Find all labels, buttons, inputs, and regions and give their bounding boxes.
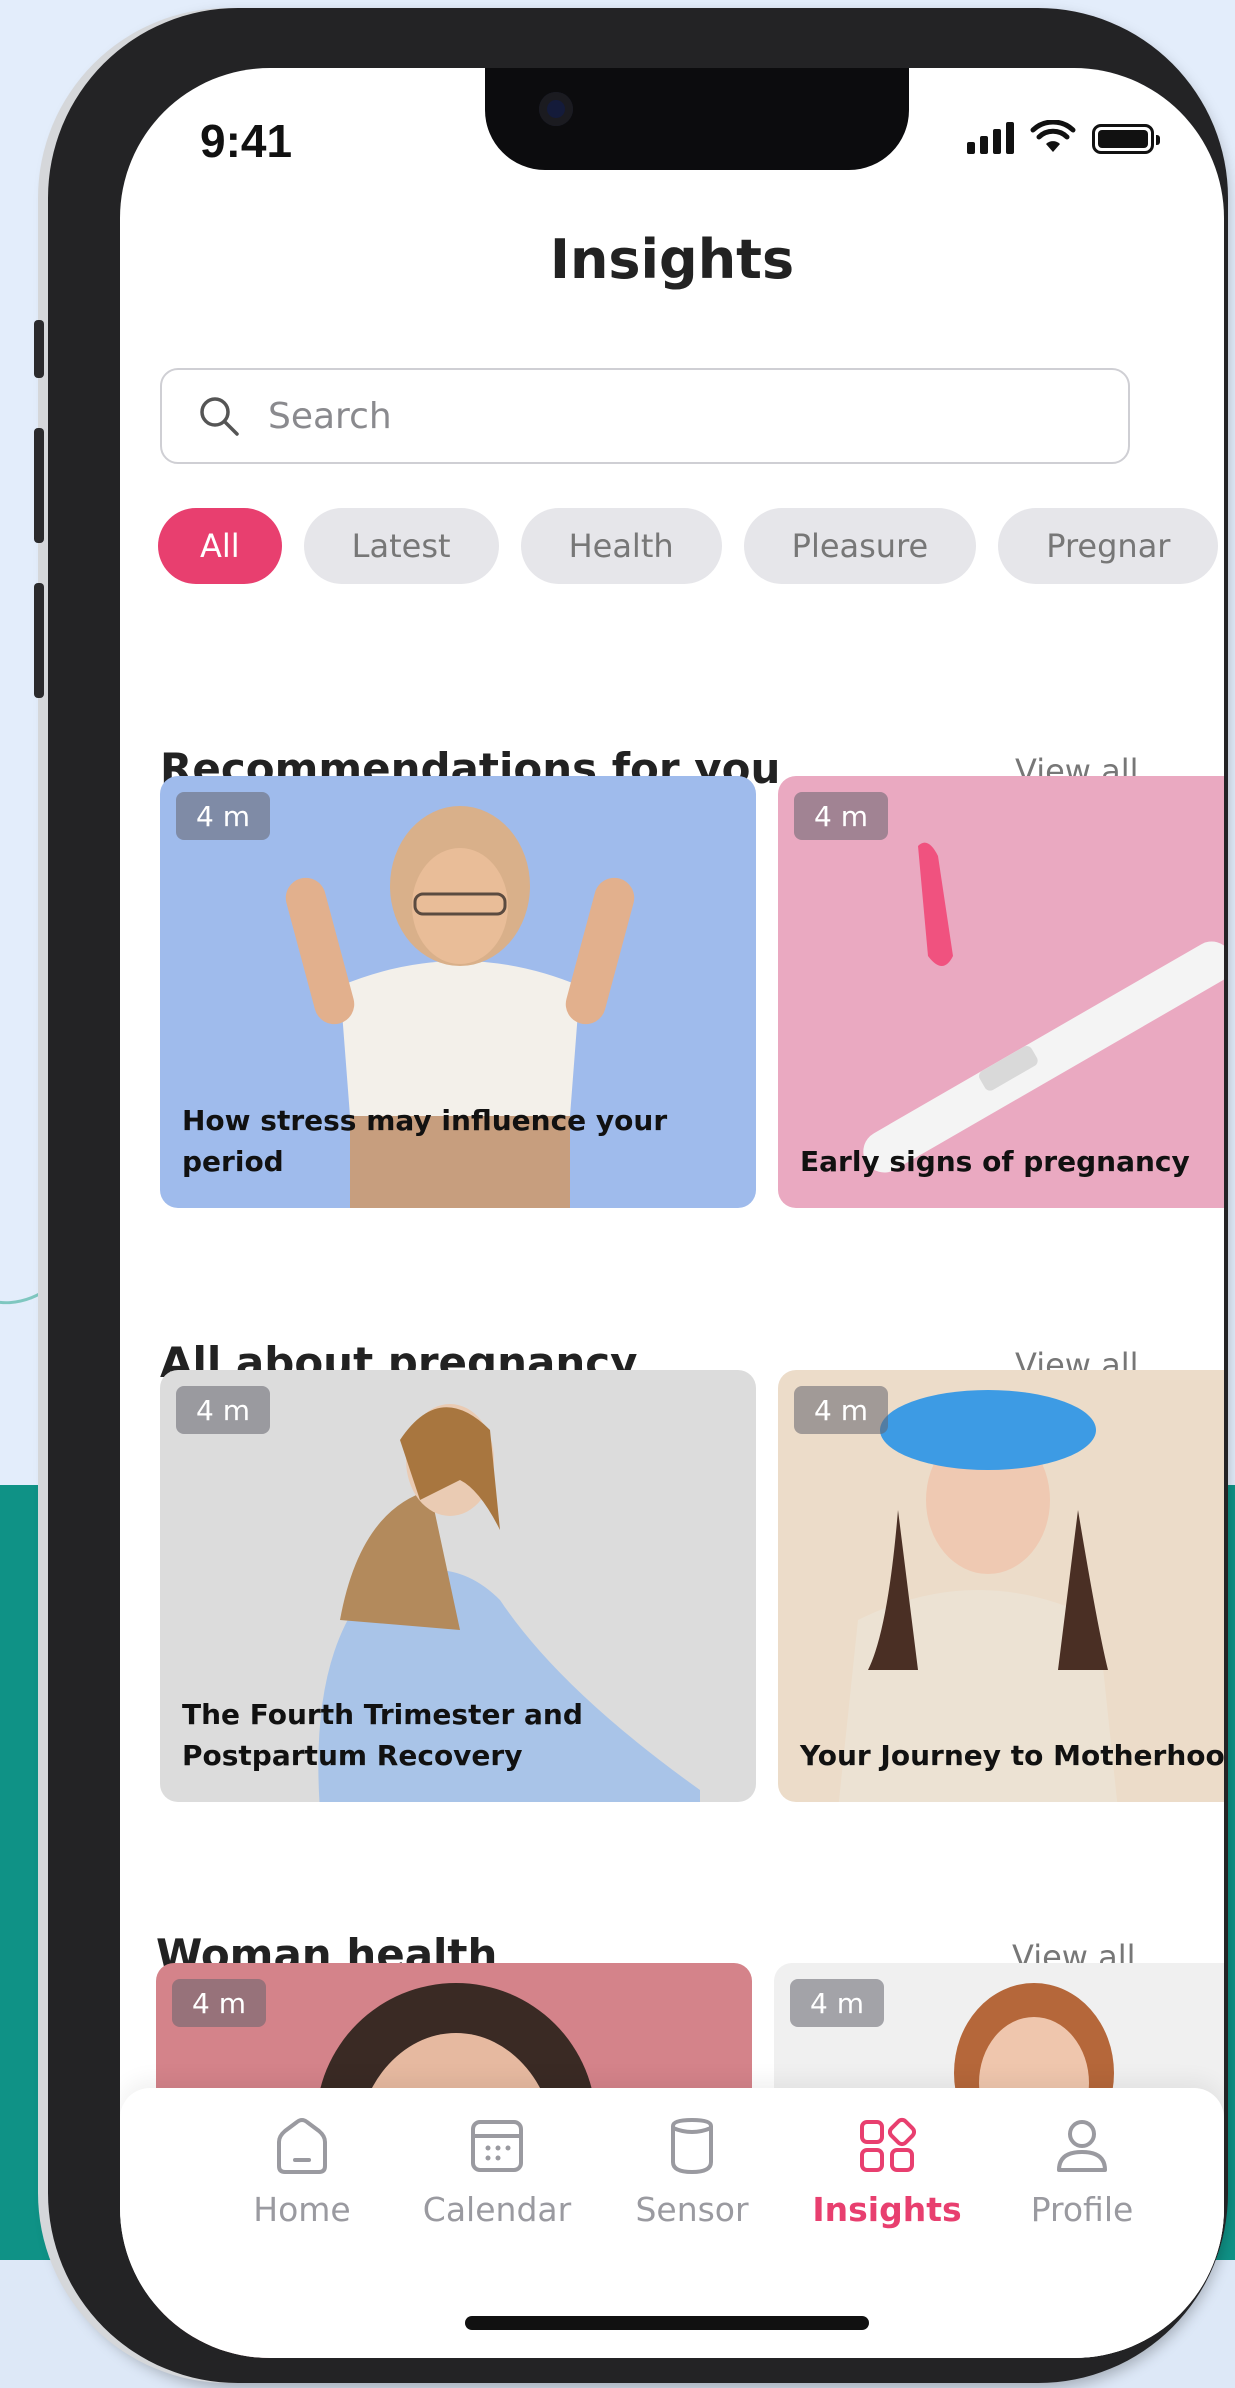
duration-badge: 4 m [790, 1979, 884, 2027]
duration-badge: 4 m [176, 1386, 270, 1434]
battery-icon [1092, 124, 1160, 154]
filter-chip-health[interactable]: Health [520, 508, 722, 584]
search-bar[interactable] [160, 368, 1130, 464]
nav-label: Calendar [422, 2190, 572, 2229]
article-card-fourth-trimester[interactable]: 4 m The Fourth Trimester and Postpartum … [160, 1370, 756, 1802]
duration-badge: 4 m [794, 792, 888, 840]
nav-profile[interactable]: Profile [992, 2116, 1172, 2229]
duration-badge: 4 m [176, 792, 270, 840]
page-title: Insights [549, 228, 795, 291]
article-title: Early signs of pregnancy [800, 1145, 1190, 1178]
front-camera [539, 92, 573, 126]
nav-calendar[interactable]: Calendar [407, 2116, 587, 2229]
volume-down-button [34, 583, 44, 698]
home-indicator [465, 2316, 869, 2330]
article-card-stress-period[interactable]: 4 m How stress may influence your period [160, 776, 756, 1208]
nav-home[interactable]: Home [212, 2116, 392, 2229]
filter-chip-pleasure[interactable]: Pleasure [743, 508, 977, 584]
article-card-early-signs[interactable]: 4 m Early signs of pregnancy [778, 776, 1224, 1208]
home-icon [277, 2118, 327, 2174]
profile-icon [1057, 2120, 1107, 2172]
nav-label: Sensor [635, 2190, 749, 2229]
nav-insights[interactable]: Insights [797, 2116, 977, 2229]
article-title: Your Journey to Motherhood [800, 1739, 1224, 1772]
article-card-journey-motherhood[interactable]: 4 m Your Journey to Motherhood [778, 1370, 1224, 1802]
insights-grid-icon [860, 2117, 916, 2172]
article-title: The Fourth Trimester and Postpartum Reco… [182, 1698, 583, 1772]
duration-badge: 4 m [172, 1979, 266, 2027]
nav-label: Profile [1030, 2190, 1134, 2229]
nav-label: Home [253, 2190, 351, 2229]
nav-label: Insights [812, 2190, 962, 2229]
filter-chip-all[interactable]: All [158, 508, 282, 584]
notch [485, 68, 909, 170]
wifi-icon [1030, 120, 1076, 152]
duration-badge: 4 m [794, 1386, 888, 1434]
cellular-signal-icon [967, 120, 1014, 154]
filter-chip-latest[interactable]: Latest [303, 508, 499, 584]
filter-chip-pregnancy[interactable]: Pregnar [998, 508, 1219, 584]
status-icons [967, 120, 1160, 154]
search-icon [200, 397, 239, 436]
article-title: How stress may influence your period [182, 1104, 668, 1178]
calendar-icon [471, 2120, 523, 2172]
nav-sensor[interactable]: Sensor [602, 2116, 782, 2229]
volume-up-button [34, 428, 44, 543]
app-screen: 9:41 Insights All Latest Healt [120, 68, 1224, 2358]
status-time: 9:41 [200, 115, 293, 167]
search-input[interactable] [268, 395, 1068, 437]
filter-chips: All Latest Health Pleasure Pregnar [158, 508, 1219, 584]
mute-switch [34, 320, 44, 378]
phone-frame: 9:41 Insights All Latest Healt [34, 8, 1228, 2383]
sensor-icon [671, 2117, 713, 2175]
